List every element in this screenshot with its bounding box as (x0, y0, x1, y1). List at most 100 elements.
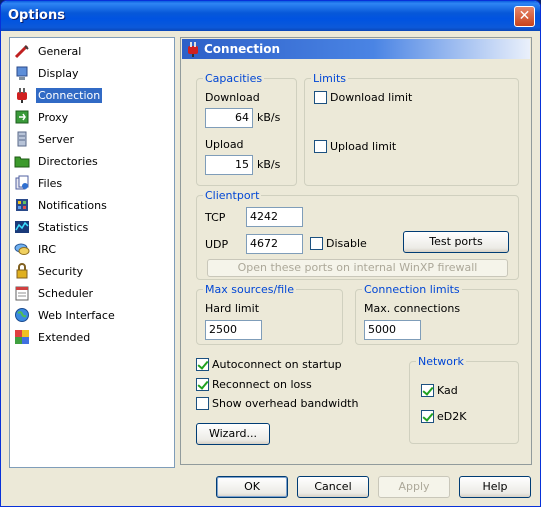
open-firewall-ports-button[interactable]: Open these ports on internal WinXP firew… (207, 259, 508, 277)
ed2k-checkbox[interactable]: eD2K (421, 410, 466, 423)
sidebar-item-proxy[interactable]: Proxy (14, 108, 70, 126)
sidebar-item-connection[interactable]: Connection (14, 86, 103, 104)
close-button[interactable]: ✕ (514, 6, 535, 27)
checkbox-box[interactable] (314, 140, 327, 153)
checkbox-box[interactable] (196, 358, 209, 371)
pencil-icon (14, 43, 30, 59)
sidebar-item-label: IRC (38, 242, 57, 256)
autoconnect-label: Autoconnect on startup (212, 358, 342, 371)
show-overhead-label: Show overhead bandwidth (212, 397, 359, 410)
reconnect-checkbox[interactable]: Reconnect on loss (196, 378, 312, 391)
limits-legend: Limits (311, 72, 348, 85)
download-limit-label: Download limit (330, 91, 413, 104)
sidebar-item-notifications[interactable]: Notifications (14, 196, 109, 214)
upload-limit-checkbox[interactable]: Upload limit (314, 140, 396, 153)
max-sources-group: Max sources/file Hard limit 2500 (196, 283, 343, 345)
test-ports-button[interactable]: Test ports (403, 231, 509, 253)
sidebar-item-label: Scheduler (38, 286, 94, 300)
checkbox-box[interactable] (196, 397, 209, 410)
puzzle-icon (14, 329, 30, 345)
checkbox-box[interactable] (421, 410, 434, 423)
irc-icon (14, 241, 30, 257)
network-group: Network Kad eD2K (409, 355, 519, 444)
sidebar-item-label: Server (38, 132, 75, 146)
options-sidebar: General Display Connection Proxy Server (9, 37, 175, 468)
show-overhead-checkbox[interactable]: Show overhead bandwidth (196, 397, 358, 410)
upload-limit-label: Upload limit (330, 140, 397, 153)
monitor-icon (14, 65, 30, 81)
sidebar-item-label: Security (38, 264, 84, 278)
folder-icon (14, 153, 30, 169)
sidebar-item-security[interactable]: Security (14, 262, 85, 280)
capacities-legend: Capacities (203, 72, 265, 85)
sidebar-item-scheduler[interactable]: Scheduler (14, 284, 95, 302)
sidebar-item-statistics[interactable]: Statistics (14, 218, 90, 236)
clientport-group: Clientport TCP 4242 UDP 4672 Disable Tes… (196, 189, 519, 280)
checkbox-box[interactable] (421, 384, 434, 397)
panel-header: Connection (182, 39, 530, 59)
options-window: Options ✕ General Display Connection Pro… (0, 0, 541, 507)
title-bar[interactable]: Options ✕ (1, 1, 540, 31)
upload-capacity-input[interactable]: 15 (205, 155, 253, 175)
checkbox-box[interactable] (310, 237, 323, 250)
files-icon (14, 175, 30, 191)
tcp-port-input[interactable]: 4242 (246, 207, 303, 227)
sidebar-item-label: Statistics (38, 220, 89, 234)
lock-icon (14, 263, 30, 279)
upload-label: Upload (205, 138, 244, 151)
connection-limits-group: Connection limits Max. connections 5000 (355, 283, 519, 345)
max-connections-label: Max. connections (364, 302, 461, 315)
limits-group: Limits Download limit Upload limit (304, 72, 519, 186)
reconnect-label: Reconnect on loss (212, 378, 312, 391)
clientport-legend: Clientport (203, 189, 262, 202)
sidebar-item-display[interactable]: Display (14, 64, 81, 82)
help-button[interactable]: Help (459, 476, 531, 498)
download-limit-checkbox[interactable]: Download limit (314, 91, 412, 104)
connection-panel: Connection Capacities Download 64 kB/s U… (180, 37, 532, 465)
sidebar-item-irc[interactable]: IRC (14, 240, 58, 258)
server-icon (14, 131, 30, 147)
cancel-button[interactable]: Cancel (297, 476, 369, 498)
sidebar-item-directories[interactable]: Directories (14, 152, 100, 170)
tcp-label: TCP (205, 211, 226, 224)
sidebar-item-label: Files (38, 176, 63, 190)
connection-limits-legend: Connection limits (362, 283, 462, 296)
ok-button[interactable]: OK (216, 476, 288, 498)
sidebar-item-label: Web Interface (38, 308, 115, 322)
plug-icon (14, 87, 30, 103)
max-connections-input[interactable]: 5000 (364, 320, 421, 340)
sidebar-item-extended[interactable]: Extended (14, 328, 92, 346)
window-title: Options (8, 8, 65, 23)
globe-icon (14, 307, 30, 323)
kad-checkbox[interactable]: Kad (421, 384, 458, 397)
download-label: Download (205, 91, 260, 104)
udp-port-input[interactable]: 4672 (246, 234, 303, 254)
sidebar-item-general[interactable]: General (14, 42, 83, 60)
sidebar-item-label: Directories (38, 154, 98, 168)
notifications-icon (14, 197, 30, 213)
sidebar-item-web-interface[interactable]: Web Interface (14, 306, 117, 324)
sidebar-item-server[interactable]: Server (14, 130, 76, 148)
download-unit: kB/s (257, 111, 281, 124)
upload-unit: kB/s (257, 158, 281, 171)
sidebar-item-files[interactable]: Files (14, 174, 64, 192)
sidebar-item-label: Connection (36, 87, 103, 103)
proxy-icon (14, 109, 30, 125)
apply-button[interactable]: Apply (378, 476, 450, 498)
checkbox-box[interactable] (196, 378, 209, 391)
sidebar-item-label: Proxy (38, 110, 69, 124)
download-capacity-input[interactable]: 64 (205, 108, 253, 128)
disable-udp-checkbox[interactable]: Disable (310, 237, 367, 250)
max-sources-legend: Max sources/file (203, 283, 296, 296)
udp-label: UDP (205, 238, 229, 251)
sidebar-item-label: Notifications (38, 198, 107, 212)
sidebar-item-label: General (38, 44, 82, 58)
wizard-button[interactable]: Wizard... (196, 423, 270, 445)
sidebar-item-label: Extended (38, 330, 91, 344)
hard-limit-input[interactable]: 2500 (205, 320, 262, 340)
sidebar-item-label: Display (38, 66, 79, 80)
capacities-group: Capacities Download 64 kB/s Upload 15 kB… (196, 72, 297, 186)
autoconnect-checkbox[interactable]: Autoconnect on startup (196, 358, 342, 371)
checkbox-box[interactable] (314, 91, 327, 104)
plug-icon (185, 41, 201, 57)
